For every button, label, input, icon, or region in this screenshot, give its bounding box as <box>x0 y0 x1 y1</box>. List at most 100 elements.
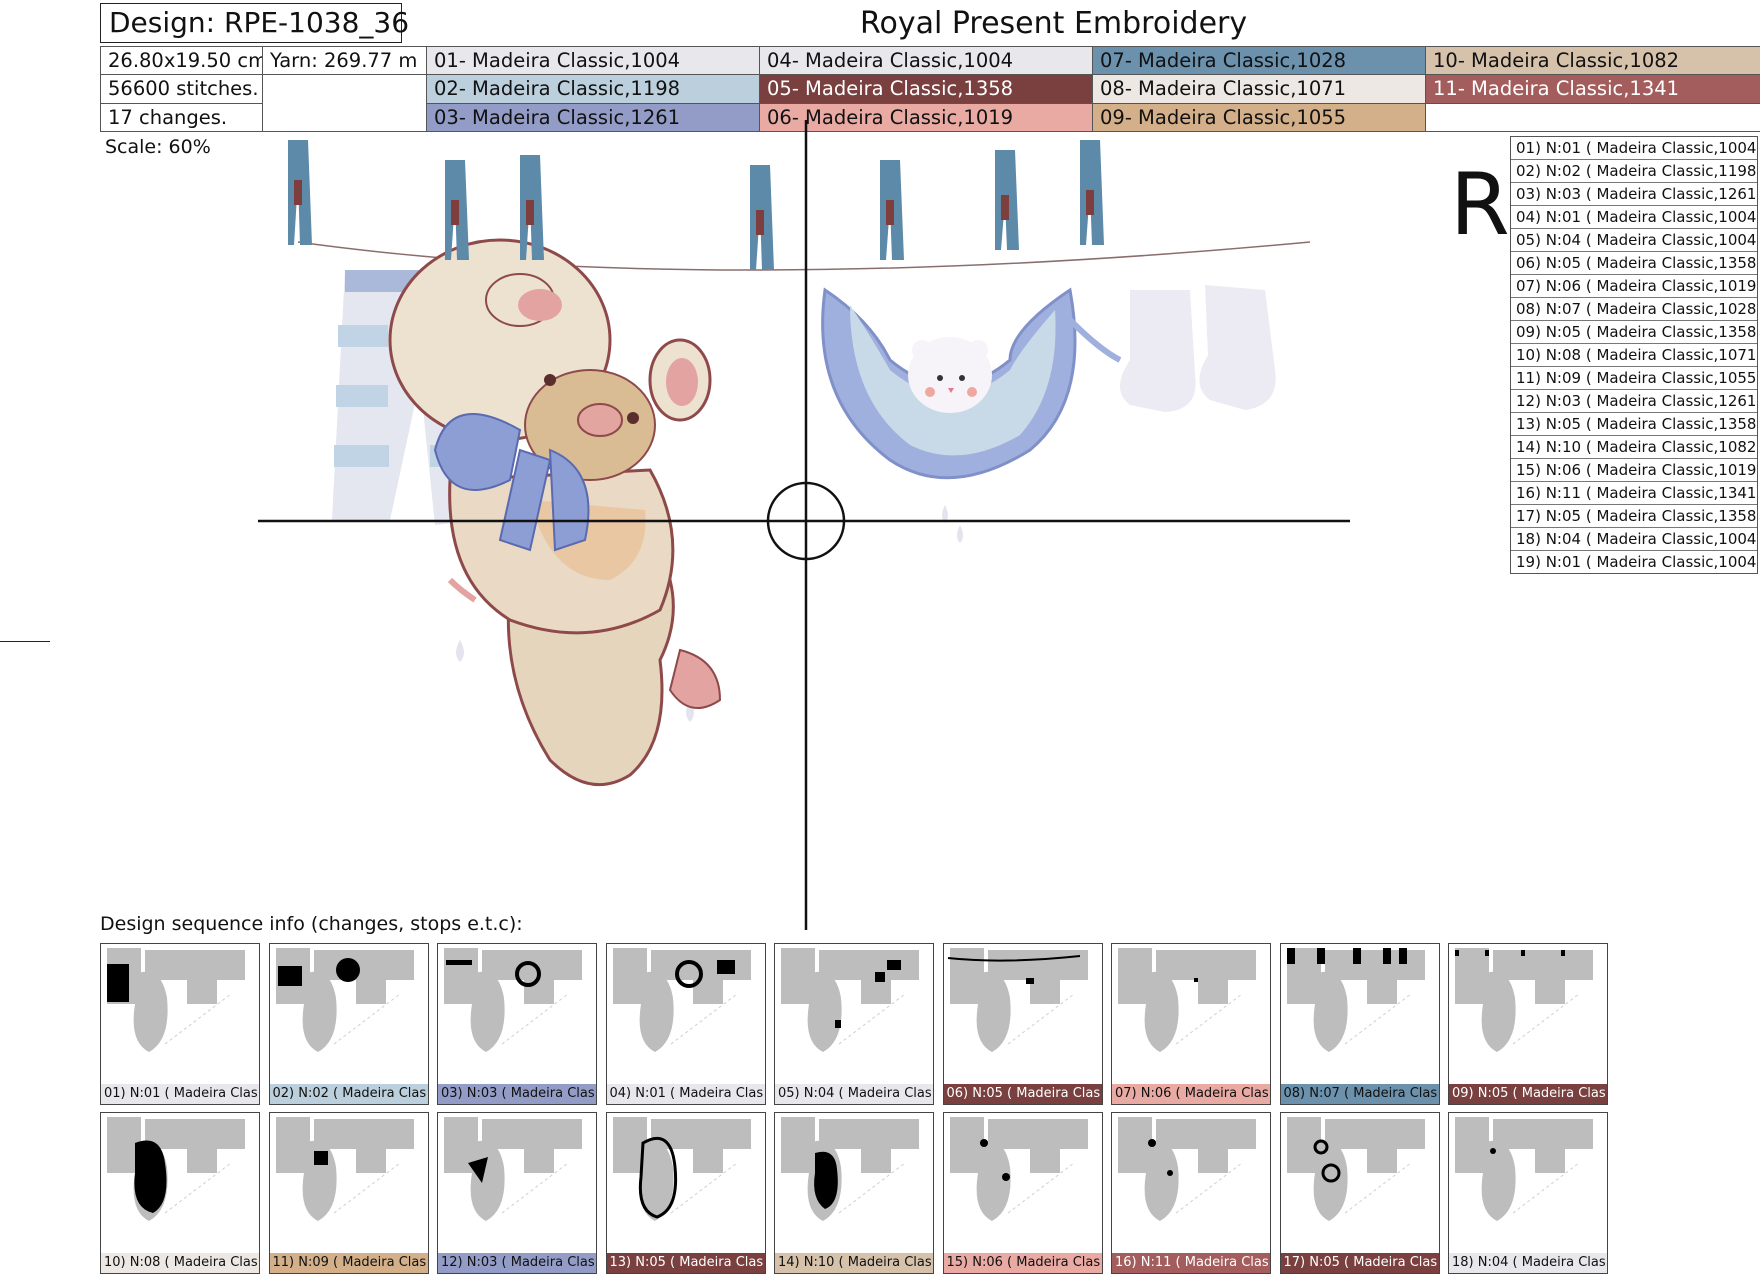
sequence-thumbnail: 02) N:02 ( Madeira Clas <box>268 943 429 1105</box>
sequence-item: 13) N:05 ( Madeira Classic,1358) <box>1511 413 1757 436</box>
color-cell: 02- Madeira Classic,1198 <box>426 74 760 104</box>
thumbnail-preview <box>275 1117 414 1221</box>
thumbnail-preview <box>949 1117 1088 1221</box>
thumbnail-label: 11) N:09 ( Madeira Clas <box>269 1253 428 1273</box>
sequence-thumbnail: 14) N:10 ( Madeira Clas <box>774 1112 934 1274</box>
sequence-item: 12) N:03 ( Madeira Classic,1261) <box>1511 390 1757 413</box>
yarn-cell: Yarn: 269.77 m <box>262 45 427 76</box>
thumbnail-label: 02) N:02 ( Madeira Clas <box>269 1084 428 1104</box>
sequence-item: 17) N:05 ( Madeira Classic,1358) <box>1511 505 1757 528</box>
thumbnail-preview <box>1118 1117 1256 1221</box>
sequence-thumbnail: 12) N:03 ( Madeira Clas <box>437 1112 597 1274</box>
sequence-item: 16) N:11 ( Madeira Classic,1341) <box>1511 482 1757 505</box>
sequence-thumbnail: 15) N:06 ( Madeira Clas <box>942 1112 1103 1274</box>
crosshair <box>258 110 1353 930</box>
sequence-thumbnail: 08) N:07 ( Madeira Clas <box>1279 943 1440 1105</box>
sequence-thumbnail: 05) N:04 ( Madeira Clas <box>774 943 934 1105</box>
sequence-item: 08) N:07 ( Madeira Classic,1028) <box>1511 298 1757 321</box>
sequence-item: 19) N:01 ( Madeira Classic,1004) <box>1516 553 1757 571</box>
clothespin-springs <box>294 180 1094 235</box>
sequence-thumbnail: 13) N:05 ( Madeira Clas <box>605 1112 766 1274</box>
socks-shape <box>1120 285 1276 412</box>
thumbnail-label: 13) N:05 ( Madeira Clas <box>606 1253 765 1273</box>
thumbnail-label: 12) N:03 ( Madeira Clas <box>438 1253 596 1273</box>
thumbnail-preview <box>612 1117 751 1221</box>
sequence-thumbnail: 10) N:08 ( Madeira Clas <box>100 1112 260 1274</box>
thumbnail-label: 06) N:05 ( Madeira Clas <box>943 1084 1102 1104</box>
sequence-item: 01) N:01 ( Madeira Classic,1004) <box>1511 137 1757 160</box>
empty-color-cell <box>1425 102 1760 133</box>
thumbnail-preview <box>1455 948 1593 1052</box>
bib-shape <box>821 287 1122 480</box>
thumbnail-preview <box>444 1117 582 1221</box>
stitches-cell: 56600 stitches. <box>100 74 263 104</box>
thumbnail-label: 14) N:10 ( Madeira Clas <box>775 1253 933 1273</box>
thumbnail-label: 05) N:04 ( Madeira Clas <box>775 1084 933 1104</box>
thumbnail-preview <box>275 948 414 1052</box>
size-cell: 26.80x19.50 cm <box>100 45 263 76</box>
thumbnail-label: 01) N:01 ( Madeira Clas <box>101 1084 259 1104</box>
sequence-item: 09) N:05 ( Madeira Classic,1358) <box>1511 321 1757 344</box>
company-name: Royal Present Embroidery <box>860 6 1248 41</box>
clothespins <box>288 140 1104 270</box>
sequence-item: 10) N:08 ( Madeira Classic,1071) <box>1511 344 1757 367</box>
thumbnail-label: 17) N:05 ( Madeira Clas <box>1280 1253 1439 1273</box>
color-cell: 01- Madeira Classic,1004 <box>426 45 760 76</box>
embroidery-artwork <box>258 110 1353 930</box>
sequence-thumbnail: 16) N:11 ( Madeira Clas <box>1111 1112 1271 1274</box>
sequence-thumbnail: 03) N:03 ( Madeira Clas <box>437 943 597 1105</box>
thumbnail-preview <box>1286 948 1425 1052</box>
thumbnail-label: 07) N:06 ( Madeira Clas <box>1112 1084 1270 1104</box>
thumbnail-label: 18) N:04 ( Madeira Clas <box>1449 1253 1607 1273</box>
sequence-thumbnail: 18) N:04 ( Madeira Clas <box>1448 1112 1608 1274</box>
color-cell: 08- Madeira Classic,1071 <box>1092 74 1426 104</box>
thumbnail-preview <box>1455 1117 1593 1221</box>
sequence-item: 06) N:05 ( Madeira Classic,1358) <box>1511 252 1757 275</box>
thumbnail-preview <box>444 948 582 1052</box>
sequence-thumbnail: 07) N:06 ( Madeira Clas <box>1111 943 1271 1105</box>
sequence-thumbnail: 11) N:09 ( Madeira Clas <box>268 1112 429 1274</box>
color-cell: 11- Madeira Classic,1341 <box>1425 74 1760 104</box>
sequence-thumbnail: 17) N:05 ( Madeira Clas <box>1279 1112 1440 1274</box>
design-title: Design: RPE-1038_36 <box>100 3 409 43</box>
color-cell: 07- Madeira Classic,1028 <box>1092 45 1426 76</box>
thumbnail-preview <box>781 948 919 1052</box>
thumbnail-preview <box>781 1117 919 1221</box>
sequence-list: 01) N:01 ( Madeira Classic,1004) 02) N:02… <box>1510 136 1758 574</box>
r-letter: R <box>1450 155 1510 255</box>
thumbnail-preview <box>1286 1117 1425 1221</box>
thumbnail-label: 08) N:07 ( Madeira Clas <box>1280 1084 1439 1104</box>
sequence-thumbnail: 01) N:01 ( Madeira Clas <box>100 943 260 1105</box>
color-cell: 04- Madeira Classic,1004 <box>759 45 1093 76</box>
embroidery-preview <box>250 110 1353 940</box>
thumbnail-preview <box>947 948 1088 1052</box>
thumbnail-preview <box>612 948 751 1052</box>
thumbnail-label: 10) N:08 ( Madeira Clas <box>101 1253 259 1273</box>
sequence-item: 03) N:03 ( Madeira Classic,1261) <box>1511 183 1757 206</box>
thumbnail-label: 09) N:05 ( Madeira Clas <box>1449 1084 1607 1104</box>
thumbnail-label: 15) N:06 ( Madeira Clas <box>943 1253 1102 1273</box>
sequence-item: 11) N:09 ( Madeira Classic,1055) <box>1511 367 1757 390</box>
thumbnail-label: 04) N:01 ( Madeira Clas <box>606 1084 765 1104</box>
sequence-thumbnail: 06) N:05 ( Madeira Clas <box>942 943 1103 1105</box>
sequence-item: 05) N:04 ( Madeira Classic,1004) <box>1511 229 1757 252</box>
sequence-thumbnail: 09) N:05 ( Madeira Clas <box>1448 943 1608 1105</box>
scale-label: Scale: 60% <box>105 136 211 158</box>
thumbnail-label: 16) N:11 ( Madeira Clas <box>1112 1253 1270 1273</box>
color-cell: 05- Madeira Classic,1358 <box>759 74 1093 104</box>
sequence-item: 07) N:06 ( Madeira Classic,1019) <box>1511 275 1757 298</box>
changes-cell: 17 changes. <box>100 102 263 133</box>
sequence-item: 04) N:01 ( Madeira Classic,1004) <box>1511 206 1757 229</box>
sequence-title: Design sequence info (changes, stops e.t… <box>100 913 523 935</box>
color-cell: 10- Madeira Classic,1082 <box>1425 45 1760 76</box>
sequence-thumbnail: 04) N:01 ( Madeira Clas <box>605 943 766 1105</box>
thumbnail-preview <box>1118 948 1256 1052</box>
thumbnail-preview <box>107 1117 245 1221</box>
divider-stub <box>0 641 50 642</box>
sequence-item: 02) N:02 ( Madeira Classic,1198) <box>1511 160 1757 183</box>
thumbnail-preview <box>107 948 245 1052</box>
sequence-item: 18) N:04 ( Madeira Classic,1004) <box>1511 528 1757 551</box>
sequence-item: 15) N:06 ( Madeira Classic,1019) <box>1511 459 1757 482</box>
sequence-item: 14) N:10 ( Madeira Classic,1082) <box>1511 436 1757 459</box>
thumbnail-label: 03) N:03 ( Madeira Clas <box>438 1084 596 1104</box>
